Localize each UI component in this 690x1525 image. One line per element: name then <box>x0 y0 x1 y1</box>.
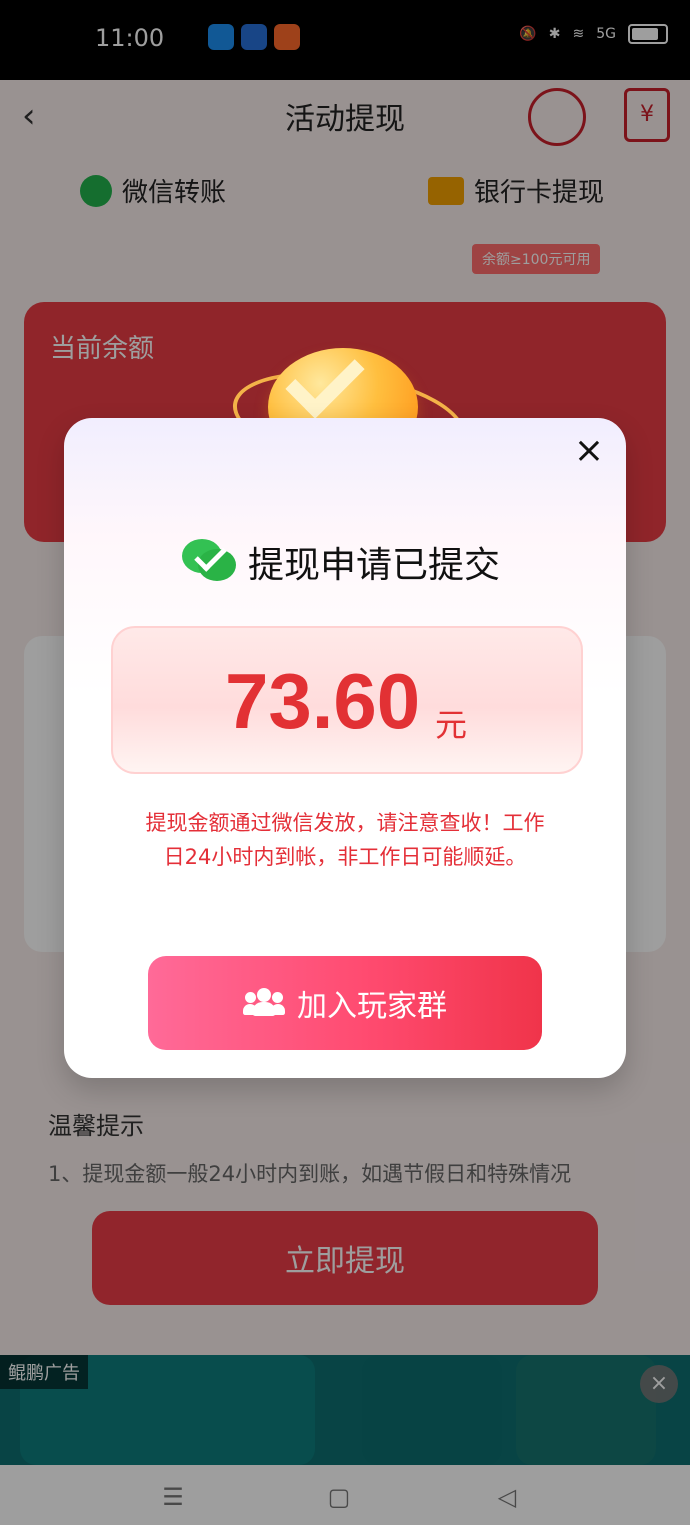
amount-value: 73.60 <box>225 657 421 745</box>
withdraw-notice: 提现金额通过微信发放，请注意查收！工作 日24小时内到帐，非工作日可能顺延。 <box>120 806 570 874</box>
close-icon[interactable]: × <box>570 432 608 470</box>
withdraw-success-modal: × 提现申请已提交 73.60 元 提现金额通过微信发放，请注意查收！工作 日2… <box>64 418 626 1078</box>
join-group-label: 加入玩家群 <box>297 989 447 1024</box>
amount-unit: 元 <box>435 706 468 744</box>
notice-line-1: 提现金额通过微信发放，请注意查收！工作 <box>145 811 545 835</box>
amount-box: 73.60 元 <box>111 626 583 774</box>
success-row: 提现申请已提交 <box>182 536 500 588</box>
join-group-button[interactable]: 加入玩家群 <box>148 956 542 1050</box>
notice-line-2: 日24小时内到帐，非工作日可能顺延。 <box>163 845 527 869</box>
wechat-icon <box>182 539 236 585</box>
users-icon <box>243 988 285 1018</box>
modal-title: 提现申请已提交 <box>248 545 501 586</box>
